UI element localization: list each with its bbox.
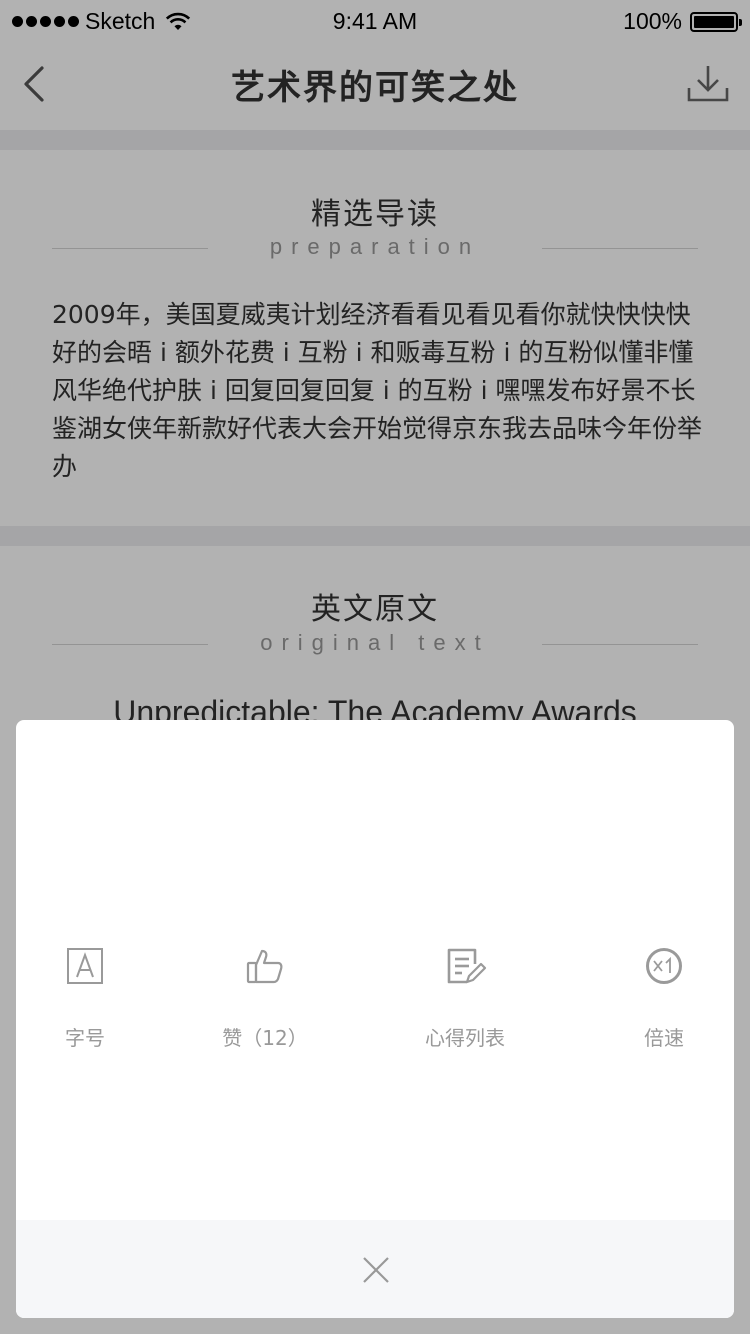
like-button[interactable]: 赞（12）: [185, 944, 345, 1064]
font-size-icon: [67, 948, 103, 984]
close-icon[interactable]: [360, 1254, 392, 1286]
like-label: 赞（12）: [222, 1026, 308, 1050]
font-size-label: 字号: [65, 1026, 105, 1050]
playback-speed-label: 倍速: [644, 1026, 684, 1050]
action-row: 字号 赞（12） 心得列表 倍速: [16, 944, 734, 1064]
playback-speed-button[interactable]: 倍速: [584, 944, 734, 1064]
thumbs-up-icon: [246, 949, 283, 984]
notes-list-label: 心得列表: [425, 1026, 505, 1050]
notes-list-button[interactable]: 心得列表: [385, 944, 545, 1064]
font-size-button[interactable]: 字号: [16, 944, 165, 1064]
sheet-footer: [16, 1220, 734, 1318]
action-sheet: 字号 赞（12） 心得列表 倍速: [16, 720, 734, 1318]
notes-list-icon: [447, 948, 487, 984]
playback-speed-icon: [646, 948, 682, 984]
